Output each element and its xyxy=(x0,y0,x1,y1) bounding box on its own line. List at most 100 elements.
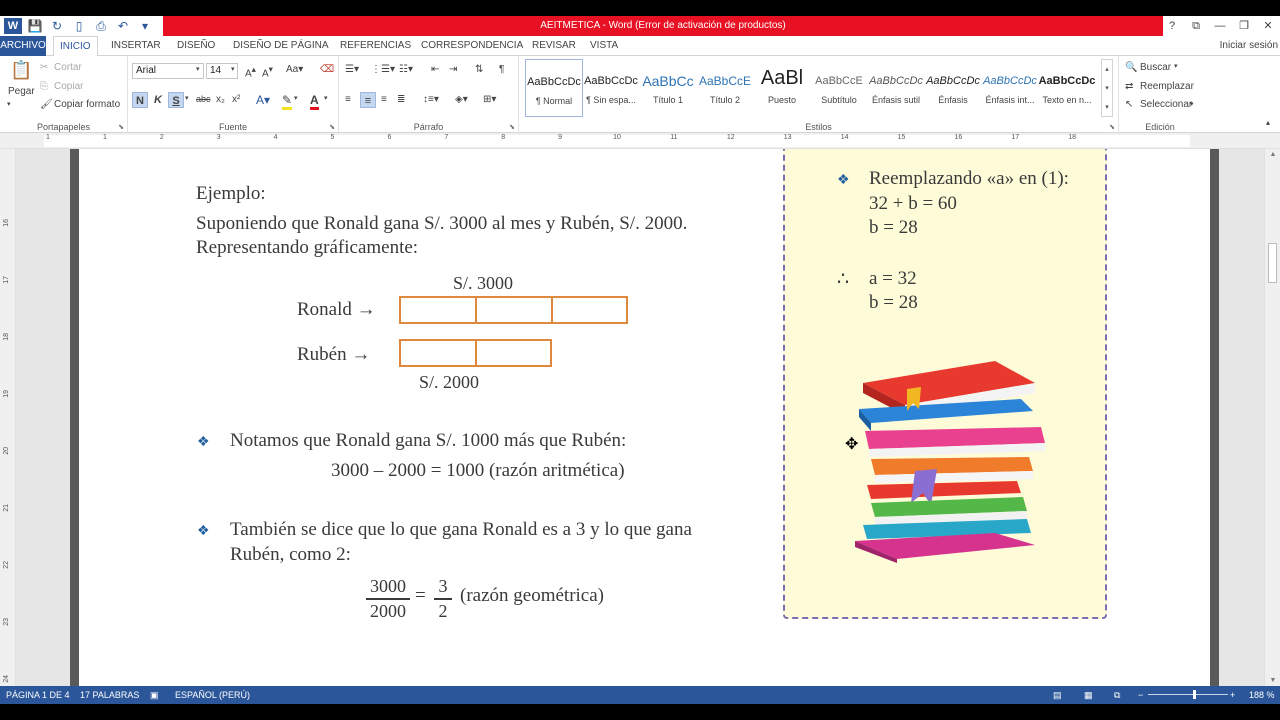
print-preview-icon[interactable]: ⎙ xyxy=(92,18,110,34)
zoom-slider[interactable] xyxy=(1148,694,1228,695)
font-color-dropdown-icon[interactable]: ▾ xyxy=(324,94,328,102)
sign-in-link[interactable]: Iniciar sesión xyxy=(1220,36,1278,56)
save-icon[interactable]: 💾 xyxy=(26,18,44,34)
cut-icon[interactable]: ✂ xyxy=(40,62,48,73)
style-intense-emphasis[interactable]: AaBbCcDc Énfasis int... xyxy=(981,59,1039,117)
strikethrough-icon[interactable]: abc xyxy=(196,94,211,104)
style-title[interactable]: AaBl Puesto xyxy=(753,59,811,117)
paste-dropdown-icon[interactable]: ▾ xyxy=(7,100,11,108)
close-button[interactable]: ✕ xyxy=(1256,16,1280,36)
zoom-level[interactable]: 188 % xyxy=(1249,686,1275,704)
cut-button[interactable]: Cortar xyxy=(54,62,82,73)
justify-icon[interactable]: ≣ xyxy=(397,94,405,105)
numbering-icon[interactable]: ⋮☰▾ xyxy=(371,64,395,75)
read-mode-icon[interactable]: ▤ xyxy=(1053,686,1062,704)
zoom-slider-thumb[interactable] xyxy=(1193,690,1196,699)
page-count[interactable]: PÁGINA 1 DE 4 xyxy=(6,686,70,704)
web-layout-icon[interactable]: ⧉ xyxy=(1114,686,1120,704)
font-color-icon[interactable]: A xyxy=(310,93,319,110)
clear-formatting-icon[interactable]: ⌫ xyxy=(320,64,334,75)
style-subtitle[interactable]: AaBbCcE Subtítulo xyxy=(810,59,868,117)
styles-scroll-control[interactable]: ▴ ▾ ▾ xyxy=(1101,59,1113,117)
align-right-icon[interactable]: ≡ xyxy=(381,94,387,105)
sort-icon[interactable]: ⇅ xyxy=(475,64,483,75)
text-effects-icon[interactable]: A▾ xyxy=(256,93,270,107)
undo-icon[interactable]: ↶ xyxy=(114,18,132,34)
font-name-field[interactable]: Arial xyxy=(132,63,204,79)
underline-dropdown-icon[interactable]: ▾ xyxy=(185,94,189,102)
select-dropdown-icon[interactable]: ▾ xyxy=(1190,100,1194,108)
tab-correspondencia[interactable]: CORRESPONDENCIA xyxy=(415,36,529,56)
document-page[interactable]: Ejemplo: Suponiendo que Ronald gana S/. … xyxy=(79,149,1210,686)
vertical-scrollbar[interactable]: ▲ ▼ xyxy=(1264,149,1280,686)
replace-icon[interactable]: ⇄ xyxy=(1125,81,1133,92)
tab-insertar[interactable]: INSERTAR xyxy=(105,36,167,56)
font-size-dropdown-icon[interactable]: ▾ xyxy=(231,65,235,73)
highlight-dropdown-icon[interactable]: ▾ xyxy=(294,94,298,102)
italic-icon[interactable]: K xyxy=(150,92,166,108)
tab-inicio[interactable]: INICIO xyxy=(53,36,98,57)
borders-icon[interactable]: ⊞▾ xyxy=(483,94,496,105)
zoom-in-icon[interactable]: + xyxy=(1230,686,1235,704)
increase-indent-icon[interactable]: ⇥ xyxy=(449,64,457,75)
copy-icon[interactable]: ⎘ xyxy=(40,81,48,92)
style-normal[interactable]: AaBbCcDc ¶ Normal xyxy=(525,59,583,117)
style-no-spacing[interactable]: AaBbCcDc ¶ Sin espa... xyxy=(582,59,640,117)
change-case-icon[interactable]: Aa▾ xyxy=(286,64,303,75)
superscript-icon[interactable]: x² xyxy=(232,94,240,105)
highlight-icon[interactable]: ✎ xyxy=(282,93,293,110)
format-painter-icon[interactable]: 🖌 xyxy=(40,99,53,110)
select-icon[interactable]: ↖ xyxy=(1125,99,1133,110)
align-center-icon[interactable]: ≡ xyxy=(360,92,376,108)
tab-diseno-pagina[interactable]: DISEÑO DE PÁGINA xyxy=(227,36,335,56)
clipboard-launcher-icon[interactable]: ⬊ xyxy=(118,123,124,131)
bullets-icon[interactable]: ☰▾ xyxy=(345,64,359,75)
paragraph-launcher-icon[interactable]: ⬊ xyxy=(509,123,515,131)
multilevel-list-icon[interactable]: ☷▾ xyxy=(399,64,413,75)
paste-button[interactable]: Pegar xyxy=(8,86,35,97)
tab-vista[interactable]: VISTA xyxy=(584,36,624,56)
subscript-icon[interactable]: x₂ xyxy=(216,94,225,105)
proofing-icon[interactable]: ▣ xyxy=(150,686,159,704)
tab-diseno[interactable]: DISEÑO xyxy=(171,36,221,56)
refresh-icon[interactable]: ↻ xyxy=(48,18,66,34)
find-button[interactable]: Buscar xyxy=(1140,62,1171,73)
find-dropdown-icon[interactable]: ▾ xyxy=(1174,62,1178,70)
font-launcher-icon[interactable]: ⬊ xyxy=(329,123,335,131)
style-heading-1[interactable]: AaBbCc Título 1 xyxy=(639,59,697,117)
style-emphasis[interactable]: AaBbCcDc Énfasis xyxy=(924,59,982,117)
scrollbar-thumb[interactable] xyxy=(1268,243,1277,283)
tab-referencias[interactable]: REFERENCIAS xyxy=(334,36,417,56)
scroll-up-icon[interactable]: ▲ xyxy=(1265,151,1280,158)
bold-icon[interactable]: N xyxy=(132,92,148,108)
select-button[interactable]: Seleccionar xyxy=(1140,99,1192,110)
font-name-dropdown-icon[interactable]: ▾ xyxy=(196,65,200,73)
customize-toolbar-icon[interactable]: ▾ xyxy=(136,18,154,34)
minimize-button[interactable]: — xyxy=(1208,16,1232,36)
collapse-ribbon-icon[interactable]: ▴ xyxy=(1266,118,1270,127)
new-document-icon[interactable]: ▯ xyxy=(70,18,88,34)
tab-revisar[interactable]: REVISAR xyxy=(526,36,582,56)
paste-icon[interactable]: 📋 xyxy=(10,61,32,84)
print-layout-icon[interactable]: ▦ xyxy=(1084,686,1093,704)
format-painter-button[interactable]: Copiar formato xyxy=(54,99,120,110)
restore-button[interactable]: ❐ xyxy=(1232,16,1256,36)
help-button[interactable]: ? xyxy=(1160,16,1184,36)
horizontal-ruler[interactable]: 1 1 2 3 4 5 6 7 8 9 10 11 12 13 14 15 16 17 18 xyxy=(0,133,1280,149)
replace-button[interactable]: Reemplazar xyxy=(1140,81,1194,92)
underline-icon[interactable]: S xyxy=(168,92,184,108)
tab-file[interactable]: ARCHIVO xyxy=(0,36,46,56)
style-strong[interactable]: AaBbCcDc Texto en n... xyxy=(1038,59,1096,117)
shading-icon[interactable]: ◈▾ xyxy=(455,94,468,105)
ribbon-display-button[interactable]: ⧉ xyxy=(1184,16,1208,36)
scroll-down-icon[interactable]: ▼ xyxy=(1265,677,1280,684)
zoom-out-icon[interactable]: − xyxy=(1138,686,1143,704)
decrease-indent-icon[interactable]: ⇤ xyxy=(431,64,439,75)
line-spacing-icon[interactable]: ↕≡▾ xyxy=(423,94,439,105)
word-logo-icon[interactable]: W xyxy=(4,18,22,34)
styles-launcher-icon[interactable]: ⬊ xyxy=(1109,123,1115,131)
copy-button[interactable]: Copiar xyxy=(54,81,83,92)
align-left-icon[interactable]: ≡ xyxy=(345,94,351,105)
language-indicator[interactable]: ESPAÑOL (PERÚ) xyxy=(175,686,250,704)
find-icon[interactable]: 🔍 xyxy=(1125,62,1137,73)
